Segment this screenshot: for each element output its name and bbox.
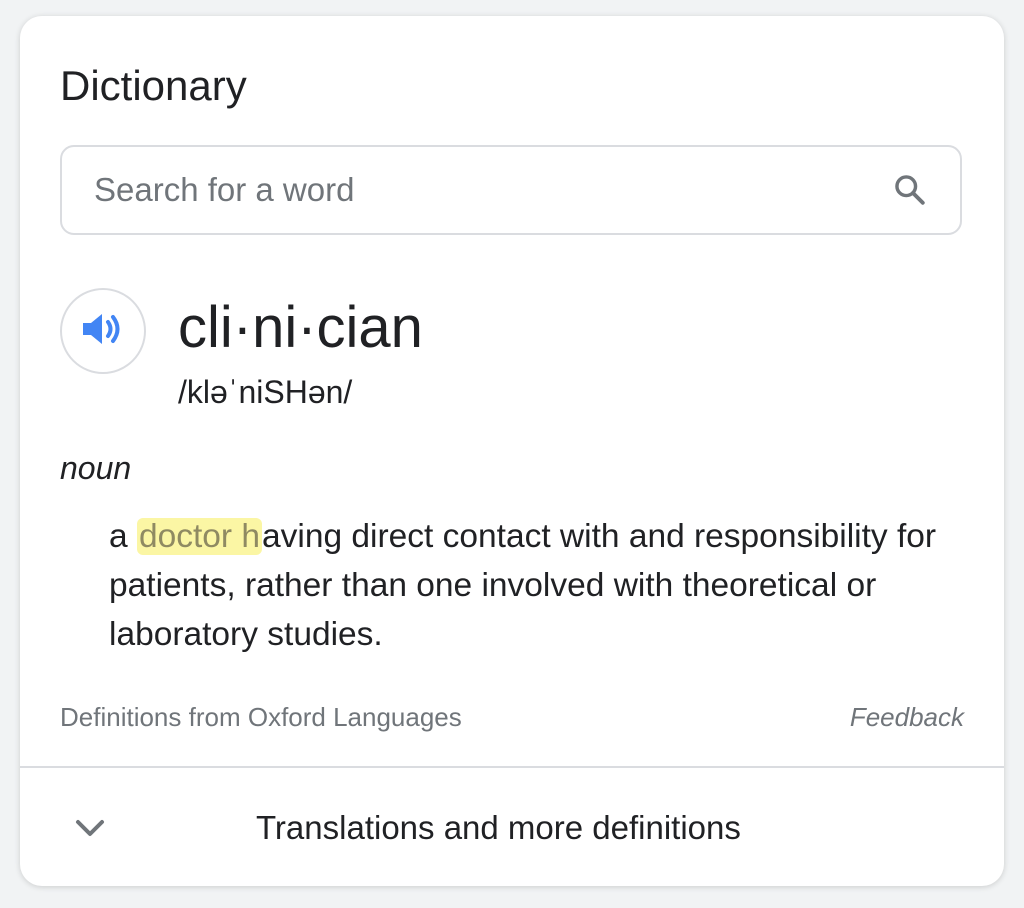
search-box[interactable] <box>60 145 962 235</box>
definition-text: a doctor having direct contact with and … <box>109 512 989 659</box>
definitions-source: Definitions from Oxford Languages <box>60 702 462 732</box>
search-icon[interactable] <box>890 170 930 210</box>
headword: cli·ni·cian <box>178 295 423 360</box>
translations-label: Translations and more definitions <box>256 809 741 846</box>
speaker-icon <box>81 309 125 354</box>
highlighted-term: doctor h <box>136 518 262 555</box>
phonetic-spelling: /kləˈniSHən/ <box>178 374 353 410</box>
search-input[interactable] <box>92 170 890 210</box>
dictionary-card: Dictionary cli·ni·cian /kləˈniSHən/ noun… <box>20 16 1004 886</box>
pronunciation-button[interactable] <box>60 288 146 374</box>
chevron-down-icon <box>70 808 110 848</box>
translations-expander[interactable]: Translations and more definitions <box>20 768 1004 886</box>
card-title: Dictionary <box>60 62 247 109</box>
definition-before: a <box>109 518 137 555</box>
feedback-link[interactable]: Feedback <box>850 700 964 734</box>
part-of-speech: noun <box>60 450 132 486</box>
